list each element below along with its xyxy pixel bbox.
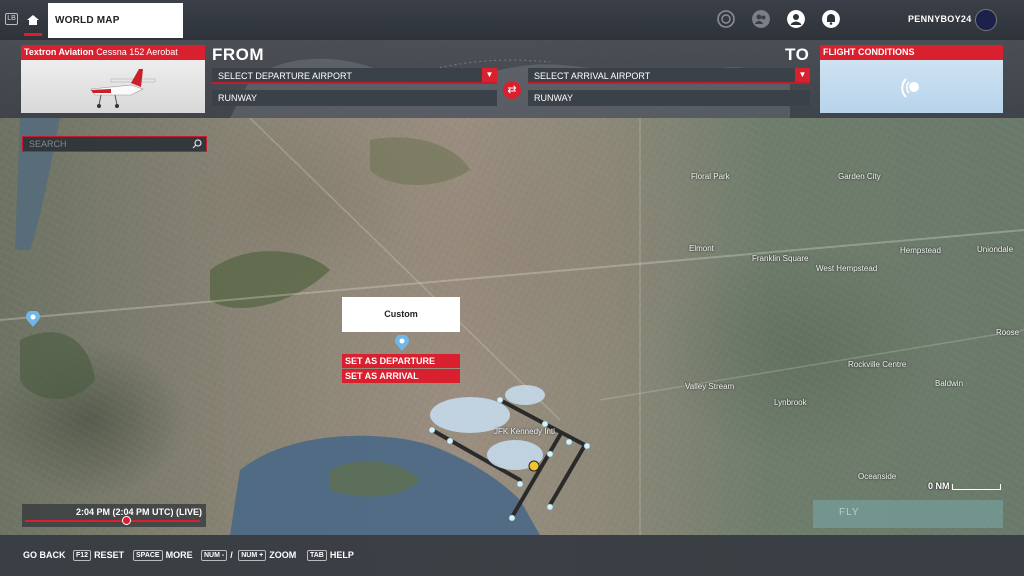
help-hint[interactable]: TAB HELP — [307, 550, 354, 561]
lb-button-badge: LB — [5, 13, 18, 25]
time-readout: 2:04 PM (2:04 PM UTC) (LIVE) — [75, 507, 202, 517]
profile-icon[interactable] — [787, 10, 805, 28]
activity-icon[interactable] — [717, 10, 735, 28]
tab-world-map[interactable]: WORLD MAP — [48, 3, 183, 38]
town-label: Elmont — [689, 244, 714, 253]
help-label: HELP — [329, 550, 354, 560]
fly-label: FLY — [839, 507, 860, 518]
zoom-separator: / — [230, 550, 233, 560]
departure-airport-select[interactable]: SELECT DEPARTURE AIRPORT ▼ — [212, 68, 497, 84]
bell-icon[interactable] — [822, 10, 840, 28]
time-slider-track[interactable] — [25, 520, 200, 522]
aircraft-card[interactable]: Textron Aviation Cessna 152 Aerobat — [21, 45, 205, 113]
to-label: TO — [785, 45, 810, 64]
town-label: Baldwin — [935, 379, 964, 388]
fly-button[interactable]: FLY — [813, 500, 1003, 528]
park-2 — [370, 137, 470, 185]
weather-icon — [901, 78, 919, 98]
chevron-down-icon[interactable]: ▼ — [795, 68, 810, 82]
departure-runway-select[interactable]: RUNWAY — [212, 90, 497, 106]
reset-hint[interactable]: F12 RESET — [73, 550, 124, 561]
set-as-departure-button[interactable]: SET AS DEPARTURE — [342, 354, 460, 368]
town-label: Valley Stream — [685, 382, 735, 391]
town-label: Lynbrook — [774, 398, 807, 407]
search-icon[interactable] — [192, 139, 202, 149]
airplane-image — [90, 69, 156, 108]
airport-icon — [528, 460, 540, 472]
arrival-runway-select[interactable]: RUNWAY — [528, 90, 810, 106]
key-space: SPACE — [133, 550, 163, 561]
airport-label[interactable]: JFK Kennedy Intl — [494, 427, 555, 436]
town-label: Roose — [996, 328, 1020, 337]
town-label: West Hempstead — [816, 264, 878, 273]
top-navigation-bar: LB WORLD MAP PENNYBOY24 — [0, 0, 1024, 40]
town-label: Garden City — [838, 172, 881, 181]
active-tab-indicator — [24, 33, 42, 36]
departure-airport-value: SELECT DEPARTURE AIRPORT — [218, 71, 352, 81]
location-pin-icon[interactable] — [395, 335, 409, 351]
town-label: Franklin Square — [752, 254, 809, 263]
map-scale-bar — [952, 484, 1001, 490]
location-pin-icon[interactable] — [26, 311, 40, 327]
town-label: Uniondale — [977, 245, 1014, 254]
flight-conditions-title: FLIGHT CONDITIONS — [820, 45, 1003, 60]
aircraft-brand: Textron Aviation — [24, 47, 94, 57]
go-back-label: GO BACK — [23, 550, 66, 560]
town-label: Hempstead — [900, 246, 941, 255]
arrival-airport-select[interactable]: SELECT ARRIVAL AIRPORT ▼ — [528, 68, 810, 84]
key-tab: TAB — [307, 550, 327, 561]
from-label: FROM — [212, 45, 265, 64]
home-icon — [27, 15, 39, 25]
town-label: Rockville Centre — [848, 360, 907, 369]
road-4 — [599, 329, 1024, 401]
road-1 — [0, 229, 1024, 321]
key-num-plus: NUM + — [238, 550, 267, 561]
more-label: MORE — [165, 550, 193, 560]
park-3 — [20, 332, 95, 399]
town-label: Floral Park — [691, 172, 730, 181]
flight-plan-bar: Textron Aviation Cessna 152 Aerobat FROM… — [0, 40, 1024, 118]
search-input[interactable]: SEARCH — [22, 136, 207, 152]
map-scale-label: 0 NM — [928, 481, 950, 491]
swap-airports-button[interactable]: ⇄ — [503, 81, 521, 99]
time-of-day-panel: 2:04 PM (2:04 PM UTC) (LIVE) — [22, 504, 206, 527]
chevron-down-icon[interactable]: ▼ — [482, 68, 497, 82]
town-label: Oceanside — [858, 472, 897, 481]
swap-icon: ⇄ — [507, 84, 517, 96]
time-slider-handle[interactable] — [122, 516, 131, 525]
search-placeholder: SEARCH — [29, 139, 67, 149]
reset-label: RESET — [94, 550, 125, 560]
aircraft-title: Textron Aviation Cessna 152 Aerobat — [21, 45, 205, 60]
set-as-arrival-button[interactable]: SET AS ARRIVAL — [342, 369, 460, 383]
key-num-minus: NUM - — [201, 550, 228, 561]
username[interactable]: PENNYBOY24 — [908, 14, 972, 24]
more-hint[interactable]: SPACE MORE — [133, 550, 193, 561]
zoom-hint[interactable]: NUM - / NUM + ZOOM — [201, 550, 296, 561]
home-button[interactable] — [22, 6, 44, 36]
avatar[interactable] — [975, 9, 997, 31]
flight-conditions-card[interactable]: FLIGHT CONDITIONS — [820, 45, 1003, 113]
arrival-airport-value: SELECT ARRIVAL AIRPORT — [534, 71, 651, 81]
aircraft-model: Cessna 152 Aerobat — [96, 47, 178, 57]
custom-location-popup-title: Custom — [342, 297, 460, 332]
key-f12: F12 — [73, 550, 92, 561]
friends-icon[interactable] — [752, 10, 770, 28]
go-back-hint[interactable]: GO BACK — [23, 550, 66, 560]
zoom-label: ZOOM — [269, 550, 297, 560]
bottom-hint-bar: GO BACK F12 RESET SPACE MORE NUM - / NUM + Z… — [0, 535, 1024, 576]
